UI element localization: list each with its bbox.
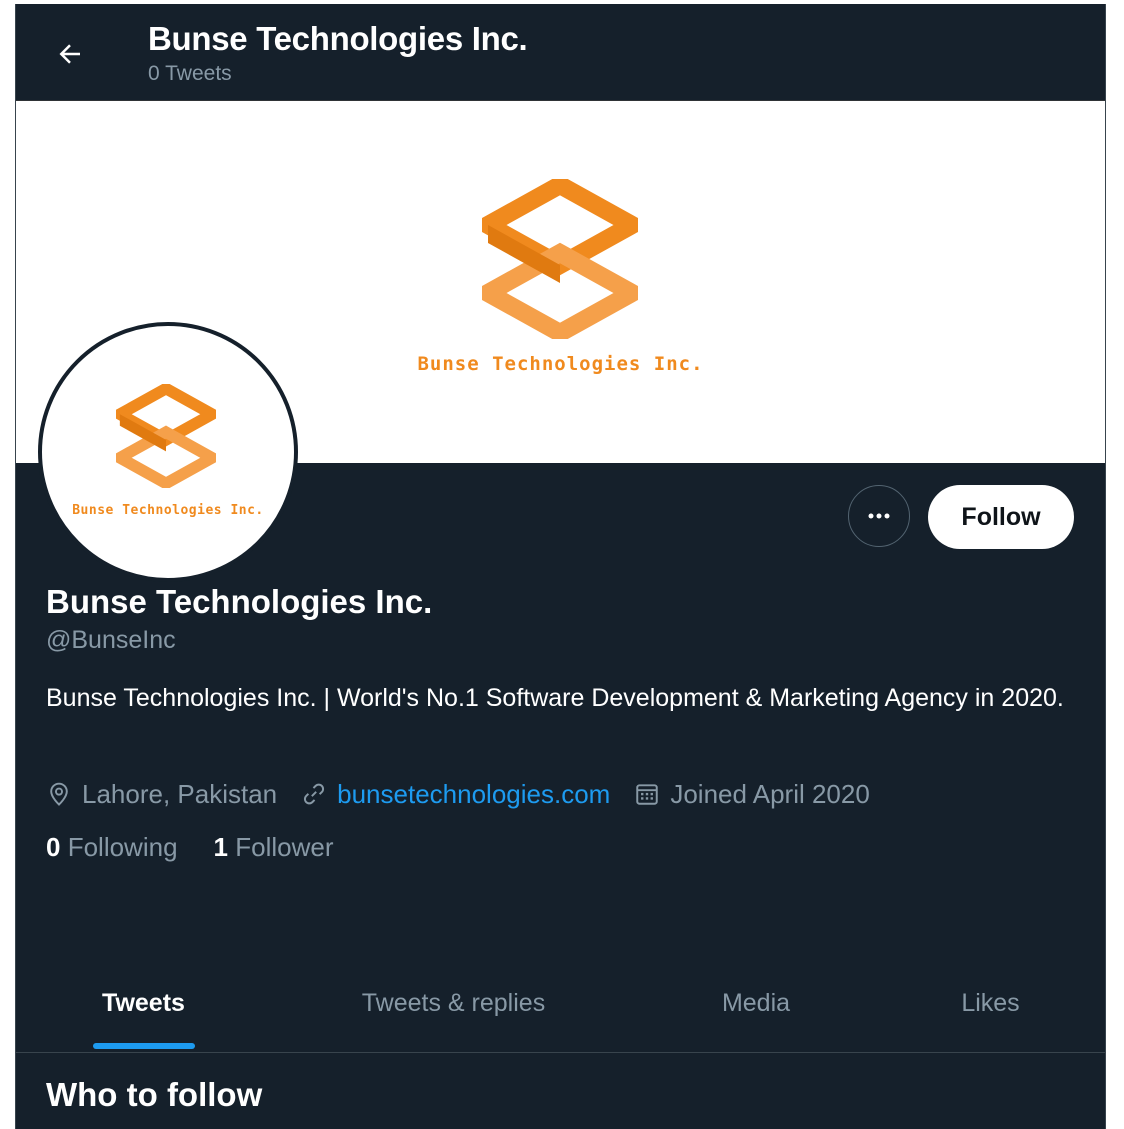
banner-logo-text: Bunse Technologies Inc. (417, 353, 704, 375)
followers-label: Follower (235, 832, 334, 862)
joined-item: Joined April 2020 (634, 778, 870, 810)
joined-text: Joined April 2020 (670, 778, 870, 809)
profile-name: Bunse Technologies Inc. (46, 583, 433, 620)
arrow-left-icon (59, 44, 80, 64)
following-label: Following (67, 832, 178, 862)
back-button[interactable] (46, 30, 94, 78)
link-icon (304, 783, 325, 805)
tab-media[interactable]: Media (636, 954, 876, 1052)
top-header: Bunse Technologies Inc. 0 Tweets (16, 4, 1105, 101)
location-item: Lahore, Pakistan (46, 779, 277, 810)
who-to-follow-title: Who to follow (46, 1076, 263, 1113)
banner-logo-icon (482, 179, 638, 339)
following-count: 0 (46, 832, 61, 862)
active-tab-indicator (93, 1043, 195, 1049)
tab-likes[interactable]: Likes (876, 954, 1105, 1052)
profile-page: Bunse Technologies Inc. 0 Tweets Bunse T… (15, 4, 1106, 1129)
followers-count: 1 (213, 832, 228, 862)
profile-tabs: Tweets Tweets & replies Media Likes (16, 954, 1105, 1053)
calendar-icon (636, 784, 659, 805)
more-options-button[interactable] (848, 485, 910, 547)
profile-meta: Lahore, Pakistan bunsetechnologies.com J… (46, 774, 894, 814)
tab-tweets-replies[interactable]: Tweets & replies (271, 954, 636, 1052)
profile-handle: @BunseInc (46, 626, 176, 654)
header-tweet-count: 0 Tweets (148, 62, 232, 85)
avatar-logo-icon (116, 384, 216, 488)
website-link[interactable]: bunsetechnologies.com (337, 779, 610, 810)
more-horizontal-icon (868, 513, 890, 519)
follow-button[interactable]: Follow (928, 485, 1074, 549)
following-stat[interactable]: 0 Following (46, 832, 178, 863)
followers-stat[interactable]: 1 Follower (214, 832, 334, 863)
header-title: Bunse Technologies Inc. (148, 20, 528, 57)
location-text: Lahore, Pakistan (82, 778, 278, 809)
website-item[interactable]: bunsetechnologies.com (301, 779, 610, 810)
follow-stats: 0 Following 1 Follower (46, 832, 369, 863)
location-pin-icon (50, 782, 68, 806)
avatar[interactable]: Bunse Technologies Inc. (38, 322, 298, 582)
profile-bio: Bunse Technologies Inc. | World's No.1 S… (46, 684, 1064, 712)
tab-tweets[interactable]: Tweets (16, 954, 271, 1052)
avatar-logo-text: Bunse Technologies Inc. (72, 503, 264, 518)
